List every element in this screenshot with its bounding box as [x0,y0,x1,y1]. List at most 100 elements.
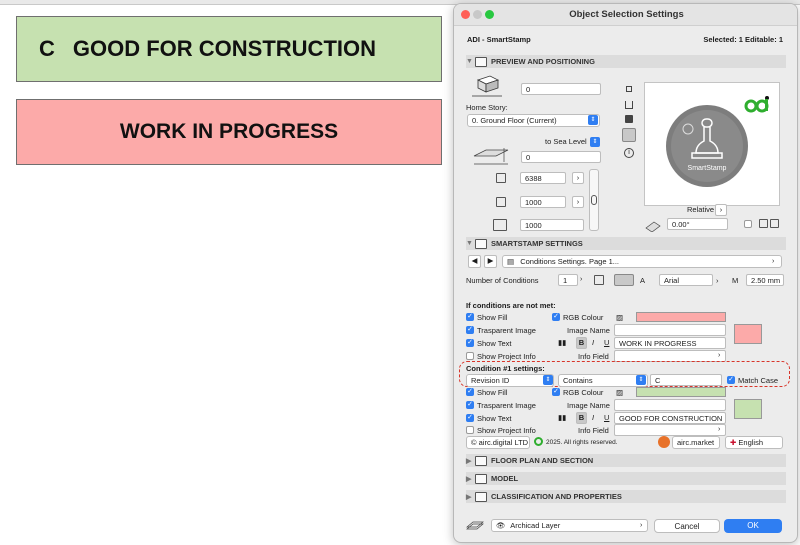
nm-show-text-checkbox[interactable]: ✓ [466,339,474,347]
x-size-input[interactable]: 6388 [520,172,566,184]
preview-2d-icon[interactable] [622,128,636,142]
sea-level-input[interactable]: 0 [521,151,601,163]
text-align-icon[interactable] [594,275,604,285]
nm-show-project-info-checkbox[interactable] [466,352,474,360]
3d-view-icon[interactable] [625,115,633,123]
floor-plan-section-title: FLOOR PLAN AND SECTION [491,456,594,465]
mirror-x-icon[interactable] [759,219,768,228]
c1-text-input[interactable]: GOOD FOR CONSTRUCTION [614,412,726,424]
sea-level-icon [472,146,510,166]
home-story-dropdown-icon[interactable]: ⇕ [588,115,598,125]
cancel-button[interactable]: Cancel [654,519,720,533]
font-dropdown-icon[interactable]: › [716,276,719,285]
size-link-chain[interactable] [589,169,599,231]
c1-colour-preview [734,399,762,419]
mirror-y-icon[interactable] [770,219,779,228]
c1-show-project-info-checkbox[interactable] [466,426,474,434]
c1-italic-button[interactable]: I [592,413,594,422]
next-page-button[interactable]: ▶ [484,255,497,268]
chain-icon [591,195,597,205]
info-icon[interactable]: i [624,148,634,158]
nm-info-field-arrow-icon[interactable]: › [718,352,720,359]
c1-info-field-arrow-icon[interactable]: › [718,426,720,433]
home-story-value: 0. Ground Floor (Current) [472,116,557,125]
conditions-page-select[interactable]: ▤ Conditions Settings. Page 1... [502,255,782,268]
rights-text: 2025. All rights reserved. [546,439,618,446]
nm-transparent-image-checkbox[interactable]: ✓ [466,326,474,334]
x-size-arrow-button[interactable]: › [572,172,584,184]
font-name-input[interactable]: Arial [659,274,713,286]
c1-show-fill-checkbox[interactable]: ✓ [466,388,474,396]
property-dropdown-icon[interactable]: ⇕ [543,375,553,385]
nm-fill-colour-swatch[interactable] [636,312,726,322]
preview-section-title: PREVIEW AND POSITIONING [491,57,595,66]
c1-rgb-colour-checkbox[interactable]: ✓ [552,388,560,396]
language-value: English [738,438,763,447]
conditions-page-arrow-icon: › [772,258,775,265]
stamp-good-for-construction[interactable]: C GOOD FOR CONSTRUCTION [16,16,442,82]
nm-bold-button[interactable]: B [576,337,587,349]
home-story-select[interactable]: 0. Ground Floor (Current) [467,114,600,127]
c1-text-colour-icon[interactable]: ▮▮ [558,413,566,422]
c1-image-name-input[interactable] [614,399,726,411]
classification-section-title: CLASSIFICATION AND PROPERTIES [491,492,622,501]
airc-market-link[interactable]: airc.market [672,436,720,449]
expand-triangle-icon: ▼ [466,58,473,65]
condition1-property-select[interactable]: Revision ID [466,374,554,387]
stamp-wip-text: WORK IN PROGRESS [119,120,339,143]
preview-section-header[interactable]: ▼ PREVIEW AND POSITIONING [466,55,786,68]
c1-info-field-input[interactable] [614,424,726,436]
smartstamp-section-header[interactable]: ▼ SMARTSTAMP SETTINGS [466,237,786,250]
relative-arrow-button[interactable]: › [715,204,727,216]
layer-select[interactable]: 👁 Archicad Layer [491,519,648,532]
c1-transparent-image-checkbox[interactable]: ✓ [466,401,474,409]
operator-dropdown-icon[interactable]: ⇕ [636,375,646,385]
ok-button[interactable]: OK [724,519,782,533]
nm-rgb-colour-checkbox[interactable]: ✓ [552,313,560,321]
nm-italic-button[interactable]: I [592,338,594,347]
language-select[interactable]: ✚ English [725,436,783,449]
nm-show-project-info-label: Show Project Info [477,352,536,361]
model-section-header[interactable]: ▶ MODEL [466,472,786,485]
stamp-work-in-progress[interactable]: WORK IN PROGRESS [16,99,442,165]
nm-text-input[interactable]: WORK IN PROGRESS [614,337,726,349]
smartstamp-preview-icon: SmartStamp [666,105,748,187]
stamp-preview-box: SmartStamp [644,82,780,206]
nm-info-field-label: Info Field [578,352,609,361]
classification-section-header[interactable]: ▶ CLASSIFICATION AND PROPERTIES [466,490,786,503]
nm-show-fill-label: Show Fill [477,313,508,322]
preview-section-icon [475,56,487,67]
number-of-conditions-input[interactable]: 1 [558,274,578,286]
mirror-checkbox[interactable] [744,220,752,228]
nm-text-colour-icon[interactable]: ▮▮ [558,338,566,347]
nm-show-text-label: Show Text [477,339,512,348]
match-case-checkbox[interactable]: ✓ [727,376,735,384]
text-size-input[interactable]: 2.50 mm [746,274,784,286]
stamp-revision-letter: C [39,36,55,61]
text-style-toggle[interactable] [614,274,634,286]
nm-underline-button[interactable]: U [604,338,609,347]
section-view-icon[interactable] [625,101,633,109]
z-size-input[interactable]: 1000 [520,219,584,231]
condition1-value-input[interactable]: C [650,374,722,386]
c1-show-fill-label: Show Fill [477,388,508,397]
floor-plan-section-header[interactable]: ▶ FLOOR PLAN AND SECTION [466,454,786,467]
plan-view-icon[interactable] [626,86,632,92]
nm-image-name-input[interactable] [614,324,726,336]
nm-show-fill-checkbox[interactable]: ✓ [466,313,474,321]
number-stepper-icon[interactable]: › [580,276,586,284]
elevation-input[interactable]: 0 [521,83,601,95]
c1-show-text-checkbox[interactable]: ✓ [466,414,474,422]
y-size-input[interactable]: 1000 [520,196,566,208]
y-size-icon [496,197,506,207]
y-size-arrow-button[interactable]: › [572,196,584,208]
sea-level-dropdown-icon[interactable]: ⇕ [590,137,600,147]
airc-digital-link[interactable]: © airc.digital LTD [466,436,530,449]
condition1-operator-select[interactable]: Contains [558,374,648,387]
c1-fill-colour-swatch[interactable] [636,387,726,397]
previous-page-button[interactable]: ◀ [468,255,481,268]
c1-underline-button[interactable]: U [604,413,609,422]
angle-input[interactable]: 0.00° [667,218,728,230]
c1-bold-button[interactable]: B [576,412,587,424]
eye-icon: 👁 [496,521,506,530]
